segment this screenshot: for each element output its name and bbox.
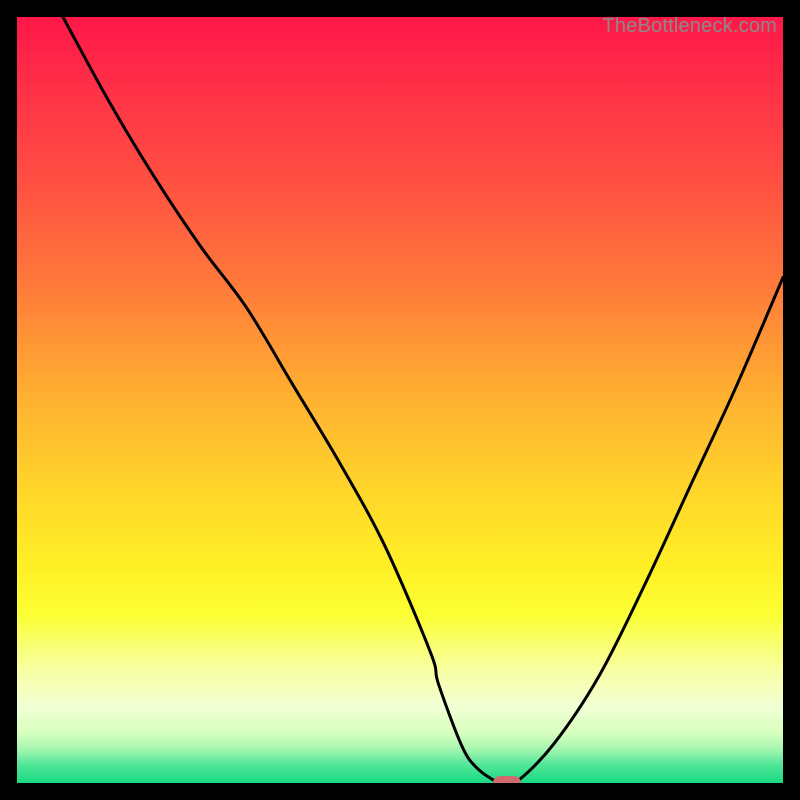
plot-area: TheBottleneck.com (17, 17, 783, 783)
watermark-text: TheBottleneck.com (602, 17, 777, 38)
bottleneck-curve (17, 17, 783, 783)
optimal-marker (493, 776, 521, 783)
